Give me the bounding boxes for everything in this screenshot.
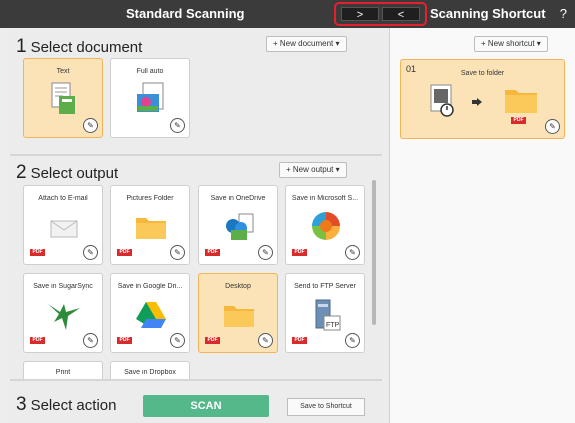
title-bar: Standard Scanning > < Scanning Shortcut …: [0, 0, 575, 28]
arrow-right-icon: [472, 98, 482, 106]
output-card-ftp[interactable]: Send to FTP Server FTP PDF ✎: [285, 273, 365, 353]
edit-pencil-icon[interactable]: ✎: [83, 118, 98, 133]
step-number: 3: [16, 394, 27, 415]
pdf-badge: PDF: [292, 249, 307, 256]
select-document-heading: 1 Select document: [16, 36, 142, 58]
edit-pencil-icon[interactable]: ✎: [345, 333, 360, 348]
step-number: 2: [16, 162, 27, 183]
edit-pencil-icon[interactable]: ✎: [170, 333, 185, 348]
card-label: Text: [56, 68, 70, 75]
card-label: Pictures Folder: [126, 195, 174, 202]
ftp-server-icon: FTP: [315, 299, 341, 331]
envelope-icon: [50, 220, 78, 238]
shortcut-card-save-to-folder[interactable]: 01 Save to folder PDF ✎: [400, 59, 565, 139]
card-label: Full auto: [136, 68, 164, 75]
pdf-badge: PDF: [117, 337, 132, 344]
scanning-shortcut-title: Scanning Shortcut: [430, 6, 546, 21]
section-title: Select action: [30, 397, 117, 414]
document-card-text[interactable]: Text ✎: [23, 58, 103, 138]
scan-button[interactable]: SCAN: [143, 395, 269, 417]
text-document-icon: [51, 82, 75, 114]
folder-icon: [224, 306, 254, 327]
prev-arrow-button[interactable]: <: [382, 7, 420, 21]
step-number: 1: [16, 36, 27, 57]
output-scrollbar[interactable]: [372, 180, 376, 325]
scanning-shortcut-panel: + New shortcut ▾ 01 Save to folder PDF ✎: [389, 28, 575, 423]
section-divider: [10, 154, 382, 156]
microsoft-app-icon: [312, 212, 340, 240]
new-document-button[interactable]: + New document ▾: [266, 36, 347, 52]
google-drive-icon: [136, 302, 166, 328]
standard-scanning-panel: 1 Select document + New document ▾ Text ✎…: [10, 28, 382, 423]
next-arrow-button[interactable]: >: [341, 7, 379, 21]
pdf-badge: PDF: [292, 337, 307, 344]
new-shortcut-button[interactable]: + New shortcut ▾: [474, 36, 548, 52]
card-label: Save in OneDrive: [210, 195, 266, 202]
help-button[interactable]: ?: [560, 6, 567, 21]
pdf-badge: PDF: [30, 337, 45, 344]
standard-scanning-title: Standard Scanning: [126, 6, 245, 21]
output-card-print[interactable]: Print: [23, 361, 103, 379]
card-label: Print: [55, 369, 71, 376]
pdf-badge: PDF: [117, 249, 132, 256]
edit-pencil-icon[interactable]: ✎: [258, 333, 273, 348]
card-label: Save in SugarSync: [33, 283, 93, 290]
pdf-badge: PDF: [205, 337, 220, 344]
pdf-badge: PDF: [30, 249, 45, 256]
svg-text:FTP: FTP: [326, 322, 340, 329]
nav-highlight-box: > <: [334, 2, 427, 26]
pdf-badge: PDF: [205, 249, 220, 256]
folder-icon: [505, 90, 537, 113]
folder-icon: [136, 218, 166, 239]
card-label: Save in Dropbox: [124, 369, 176, 376]
onedrive-icon: [226, 213, 254, 240]
output-card-desktop[interactable]: Desktop PDF ✎: [198, 273, 278, 353]
pdf-badge: PDF: [511, 117, 526, 124]
card-label: Save in Google Dri...: [117, 283, 183, 290]
output-card-microsoft[interactable]: Save in Microsoft S... PDF ✎: [285, 185, 365, 265]
select-action-heading: 3 Select action: [16, 394, 116, 416]
select-output-heading: 2 Select output: [16, 162, 118, 184]
edit-pencil-icon[interactable]: ✎: [170, 118, 185, 133]
shortcut-label: Save to folder: [460, 70, 505, 77]
output-card-dropbox[interactable]: Save in Dropbox: [110, 361, 190, 379]
photo-document-icon: [137, 82, 164, 112]
edit-pencil-icon[interactable]: ✎: [83, 245, 98, 260]
edit-pencil-icon[interactable]: ✎: [170, 245, 185, 260]
output-card-sugarsync[interactable]: Save in SugarSync PDF ✎: [23, 273, 103, 353]
sugarsync-hummingbird-icon: [48, 304, 80, 330]
section-title: Select document: [30, 39, 143, 56]
new-output-button[interactable]: + New output ▾: [279, 162, 347, 178]
output-card-pictures-folder[interactable]: Pictures Folder PDF ✎: [110, 185, 190, 265]
card-label: Desktop: [225, 283, 251, 290]
document-card-full-auto[interactable]: Full auto ✎: [110, 58, 190, 138]
scanned-document-icon: [430, 84, 454, 117]
edit-pencil-icon[interactable]: ✎: [258, 245, 273, 260]
section-divider: [10, 379, 382, 381]
save-to-shortcut-button[interactable]: Save to Shortcut: [287, 398, 365, 416]
edit-pencil-icon[interactable]: ✎: [345, 245, 360, 260]
output-card-onedrive[interactable]: Save in OneDrive PDF ✎: [198, 185, 278, 265]
output-card-google-drive[interactable]: Save in Google Dri... PDF ✎: [110, 273, 190, 353]
section-title: Select output: [30, 165, 119, 182]
card-label: Save in Microsoft S...: [291, 195, 359, 202]
card-label: Attach to E-mail: [38, 195, 88, 202]
output-card-email[interactable]: Attach to E-mail PDF ✎: [23, 185, 103, 265]
card-label: Send to FTP Server: [294, 283, 356, 290]
edit-pencil-icon[interactable]: ✎: [83, 333, 98, 348]
edit-pencil-icon[interactable]: ✎: [545, 119, 560, 134]
